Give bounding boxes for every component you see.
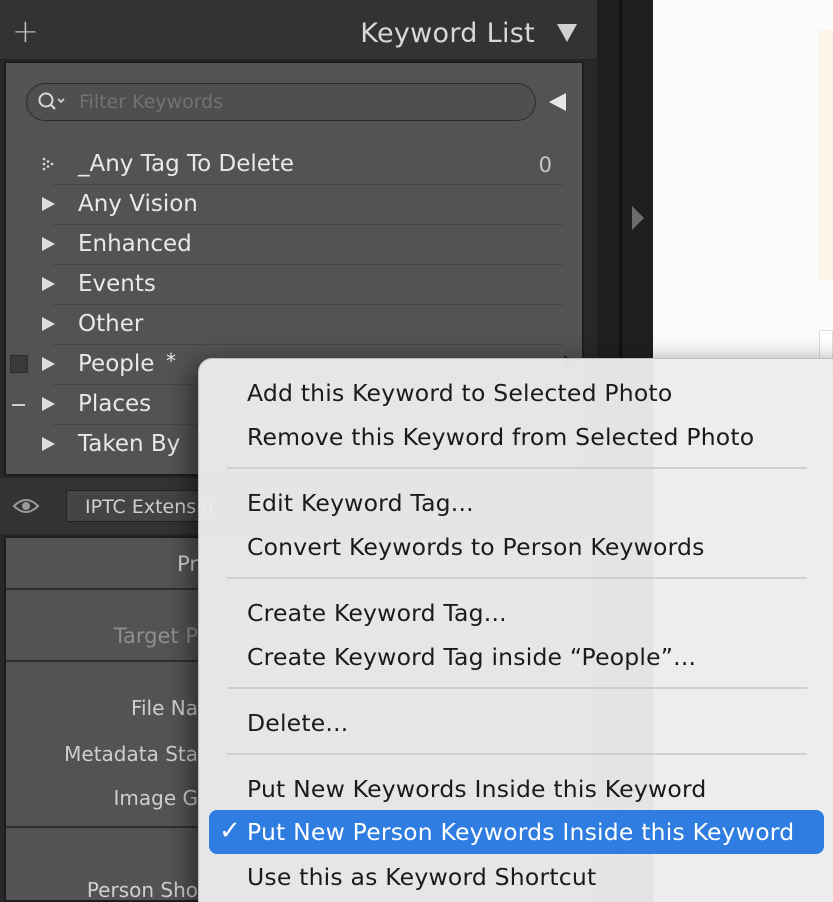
keyword-label: Enhanced — [78, 231, 192, 257]
triangle-left-icon[interactable] — [549, 93, 566, 111]
menu-item-put-new-person-keywords-inside[interactable]: ✓ Put New Person Keywords Inside this Ke… — [209, 810, 824, 854]
field-label-person-shown: Person Sho — [86, 878, 198, 902]
triangle-right-icon[interactable] — [42, 237, 55, 251]
checkmark-icon: ✓ — [219, 816, 241, 846]
minus-icon[interactable] — [12, 404, 25, 406]
field-label-metadata-status: Metadata Sta — [64, 742, 198, 766]
menu-item-convert-to-person[interactable]: Convert Keywords to Person Keywords — [247, 533, 705, 561]
keyword-row-other[interactable]: Other — [6, 305, 582, 345]
shortcut-marker: * — [166, 349, 176, 373]
menu-item-delete[interactable]: Delete... — [247, 709, 348, 737]
triangle-right-icon[interactable] — [42, 437, 55, 451]
keyword-row-any-vision[interactable]: Any Vision — [6, 185, 582, 225]
menu-item-remove-keyword[interactable]: Remove this Keyword from Selected Photo — [247, 423, 754, 451]
search-icon[interactable] — [37, 91, 69, 113]
keyword-label: _Any Tag To Delete — [78, 151, 295, 177]
menu-item-create-keyword-tag-inside[interactable]: Create Keyword Tag inside “People”... — [247, 643, 696, 671]
keyword-checkbox[interactable] — [10, 355, 28, 373]
eye-icon[interactable] — [12, 496, 40, 516]
menu-separator — [227, 577, 807, 579]
triangle-right-icon[interactable] — [42, 197, 55, 211]
triangle-down-icon[interactable] — [557, 24, 577, 42]
section-title: Pr — [177, 552, 198, 576]
menu-item-create-keyword-tag[interactable]: Create Keyword Tag... — [247, 599, 507, 627]
keyword-list-title[interactable]: Keyword List — [360, 18, 535, 49]
field-label-file-name: File Na — [130, 696, 198, 720]
triangle-right-icon[interactable] — [42, 397, 55, 411]
menu-item-put-new-keywords-inside[interactable]: Put New Keywords Inside this Keyword — [247, 775, 707, 803]
section-title: Target P — [113, 624, 198, 648]
plus-icon[interactable]: + — [12, 15, 39, 47]
keyword-count: 0 — [538, 153, 552, 177]
canvas-block — [819, 30, 833, 280]
keyword-label: Places — [78, 391, 152, 417]
menu-separator — [227, 687, 807, 689]
menu-item-edit-keyword-tag[interactable]: Edit Keyword Tag... — [247, 489, 474, 517]
keyword-list-header[interactable]: + Keyword List — [0, 0, 597, 60]
menu-item-use-as-shortcut[interactable]: Use this as Keyword Shortcut — [247, 863, 596, 891]
menu-separator — [227, 753, 807, 755]
triangle-right-icon[interactable] — [632, 206, 644, 230]
filter-keywords-input[interactable] — [79, 90, 519, 114]
menu-item-add-keyword[interactable]: Add this Keyword to Selected Photo — [247, 379, 672, 407]
menu-item-label: Put New Person Keywords Inside this Keyw… — [247, 818, 795, 846]
keyword-row-events[interactable]: Events — [6, 265, 582, 305]
menu-separator — [227, 467, 807, 469]
triangle-right-icon[interactable] — [42, 357, 55, 371]
keyword-label: Other — [78, 311, 144, 337]
keyword-row-any-tag-to-delete[interactable]: _Any Tag To Delete 0 — [6, 145, 582, 185]
dotted-triangle-icon[interactable] — [42, 157, 56, 171]
triangle-right-icon[interactable] — [42, 277, 55, 291]
keyword-label: People — [78, 351, 155, 377]
keyword-label: Any Vision — [78, 191, 198, 217]
keyword-row-enhanced[interactable]: Enhanced — [6, 225, 582, 265]
triangle-right-icon[interactable] — [42, 317, 55, 331]
keyword-label: Events — [78, 271, 156, 297]
field-label-image-guid: Image G — [113, 786, 199, 810]
context-menu: Add this Keyword to Selected Photo Remov… — [198, 358, 833, 902]
keyword-label: Taken By — [78, 431, 181, 457]
filter-keywords-field[interactable] — [26, 83, 536, 121]
